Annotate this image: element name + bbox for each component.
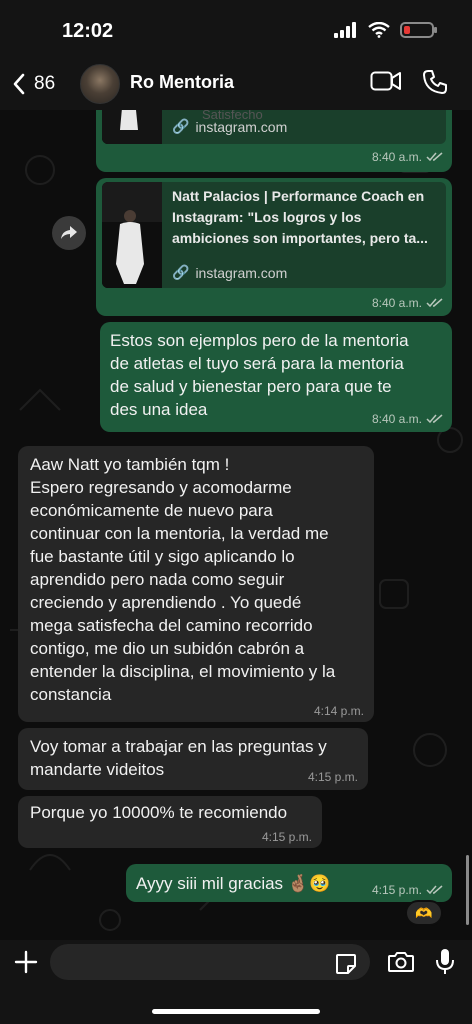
chat-area[interactable]: Satisfecho 🔗 instagram.com 8:40 a.m. Nat… [0,110,472,940]
battery-icon [400,22,437,38]
message-bubble-incoming[interactable]: Porque yo 10000% te recomiendo 4:15 p.m. [18,796,322,848]
link-title: Natt Palacios | Performance Coach en Ins… [172,188,428,246]
link-icon: 🔗 [172,118,190,134]
unread-count: 86 [34,73,56,94]
sticker-icon [336,954,356,974]
link-thumbnail [102,110,162,144]
thumbnail-image [102,110,162,144]
link-icon: 🔗 [172,264,190,280]
forward-arrow-icon [61,226,77,239]
sticker-button[interactable] [334,952,358,981]
read-ticks-icon [426,298,443,308]
message-time: 4:15 p.m. [261,830,312,844]
back-button[interactable]: 86 [12,66,55,102]
message-input[interactable] [50,944,370,980]
heart-hands-emoji: 🫶 [415,904,433,921]
message-meta: 4:15 p.m. [372,883,444,897]
link-host: 🔗 instagram.com [172,264,288,281]
signal-icon [334,22,356,38]
forward-button[interactable] [52,216,86,250]
chat-header: 86 Ro Mentoria [0,60,472,110]
video-camera-icon [370,71,401,91]
message-bubble-outgoing[interactable]: Estos son ejemplos pero de la mentoria d… [100,322,452,432]
camera-button[interactable] [387,950,415,979]
read-ticks-icon [426,414,443,424]
link-preview[interactable]: Natt Palacios | Performance Coach en Ins… [102,182,446,288]
read-ticks-icon [426,152,443,162]
video-call-button[interactable] [370,70,402,97]
avatar[interactable] [80,64,120,104]
voice-call-button[interactable] [422,69,448,100]
message-meta: 8:40 a.m. [372,296,444,310]
message-bubble-incoming[interactable]: Voy tomar a trabajar en las preguntas y … [18,728,368,790]
message-bubble-outgoing[interactable]: Natt Palacios | Performance Coach en Ins… [96,178,452,316]
wifi-icon [368,22,390,38]
link-preview[interactable]: Satisfecho 🔗 instagram.com [102,110,446,144]
scrollbar-thumb[interactable] [466,855,469,925]
message-text: Aaw Natt yo también tqm ! Espero regresa… [30,455,336,704]
plus-icon [14,950,38,974]
phone-icon [423,70,447,94]
camera-icon [388,952,414,972]
microphone-button[interactable] [434,947,456,982]
thumbnail-image [102,182,162,288]
status-time: 12:02 [62,20,114,42]
message-text: Ayyy siii mil gracias 🤞🏽🥹 [136,874,331,893]
message-time: 4:15 p.m. [307,770,358,784]
link-host: 🔗 instagram.com [172,118,288,135]
status-bar: 12:02 [0,0,472,60]
message-bubble-outgoing[interactable]: Ayyy siii mil gracias 🤞🏽🥹 4:15 p.m. [126,864,452,902]
message-text: Porque yo 10000% te recomiendo [30,803,288,822]
microphone-icon [436,949,454,974]
message-bubble-outgoing[interactable]: Satisfecho 🔗 instagram.com 8:40 a.m. [96,110,452,172]
reaction-badge[interactable]: 🫶 [405,900,443,926]
link-thumbnail [102,182,162,288]
read-ticks-icon [426,885,443,895]
chevron-left-icon [13,73,25,95]
contact-name[interactable]: Ro Mentoria [130,72,234,93]
message-meta: 8:40 a.m. [372,150,444,164]
attach-button[interactable] [12,948,40,976]
status-icons [334,22,437,38]
message-bubble-incoming[interactable]: Aaw Natt yo también tqm ! Espero regresa… [18,446,374,722]
message-time: 4:14 p.m. [313,704,364,718]
home-indicator [152,1009,320,1014]
composer-bar [0,940,472,1024]
message-meta: 8:40 a.m. [372,412,444,426]
message-text: Estos son ejemplos pero de la mentoria d… [110,331,409,419]
